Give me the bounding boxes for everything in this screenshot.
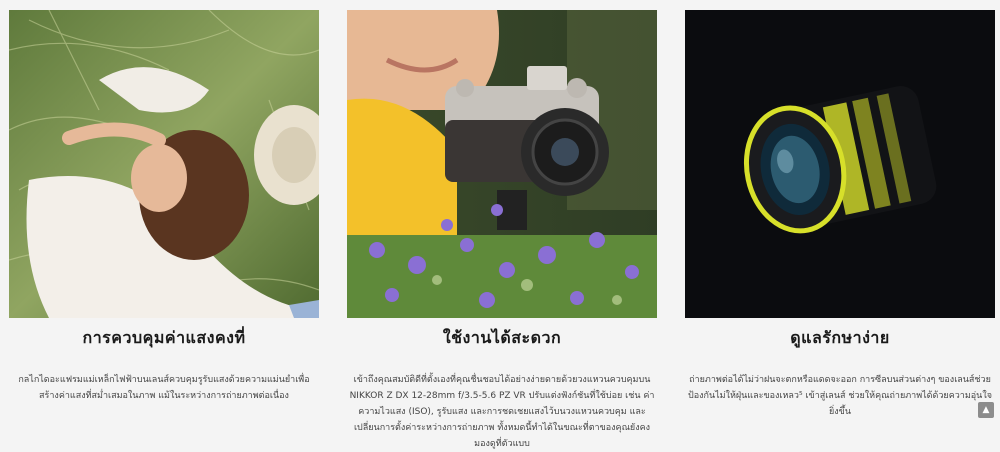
- feature-title: ใช้งานได้สะดวก: [442, 328, 562, 347]
- feature-title: การควบคุมค่าแสงคงที่: [82, 328, 246, 347]
- nikkor-lens-sealing-image: [685, 10, 995, 318]
- nikkor-lens-sealing-photo: [685, 10, 995, 318]
- feature-description: กลไกไดอะแฟรมแม่เหล็กไฟฟ้าบนเลนส์ควบคุมรู…: [18, 375, 310, 401]
- feature-card-exposure: การควบคุมค่าแสงคงที่ กลไกไดอะแฟรมแม่เหล็…: [9, 10, 319, 404]
- feature-card-usability: ใช้งานได้สะดวก เข้าถึงคุณสมบัติดีที่ตั้ง…: [347, 10, 657, 452]
- nikon-camera-flowers-photo: [347, 10, 657, 318]
- nikon-camera-flowers-image: [347, 10, 657, 318]
- scroll-to-top-button[interactable]: ▲: [978, 402, 994, 418]
- feature-title: ดูแลรักษาง่าย: [790, 328, 890, 347]
- arrow-up-icon: ▲: [982, 405, 990, 415]
- feature-description: เข้าถึงคุณสมบัติดีที่ตั้งเองที่คุณชื่นชอ…: [349, 375, 655, 449]
- feature-description: ถ่ายภาพต่อได้ไม่ว่าฝนจะตกหรือแดดจะออก กา…: [687, 375, 992, 417]
- woman-lying-in-grass-photo: [9, 10, 319, 318]
- feature-card-maintenance: ดูแลรักษาง่าย ถ่ายภาพต่อได้ไม่ว่าฝนจะตกห…: [685, 10, 995, 420]
- woman-lying-in-grass-image: [9, 10, 319, 318]
